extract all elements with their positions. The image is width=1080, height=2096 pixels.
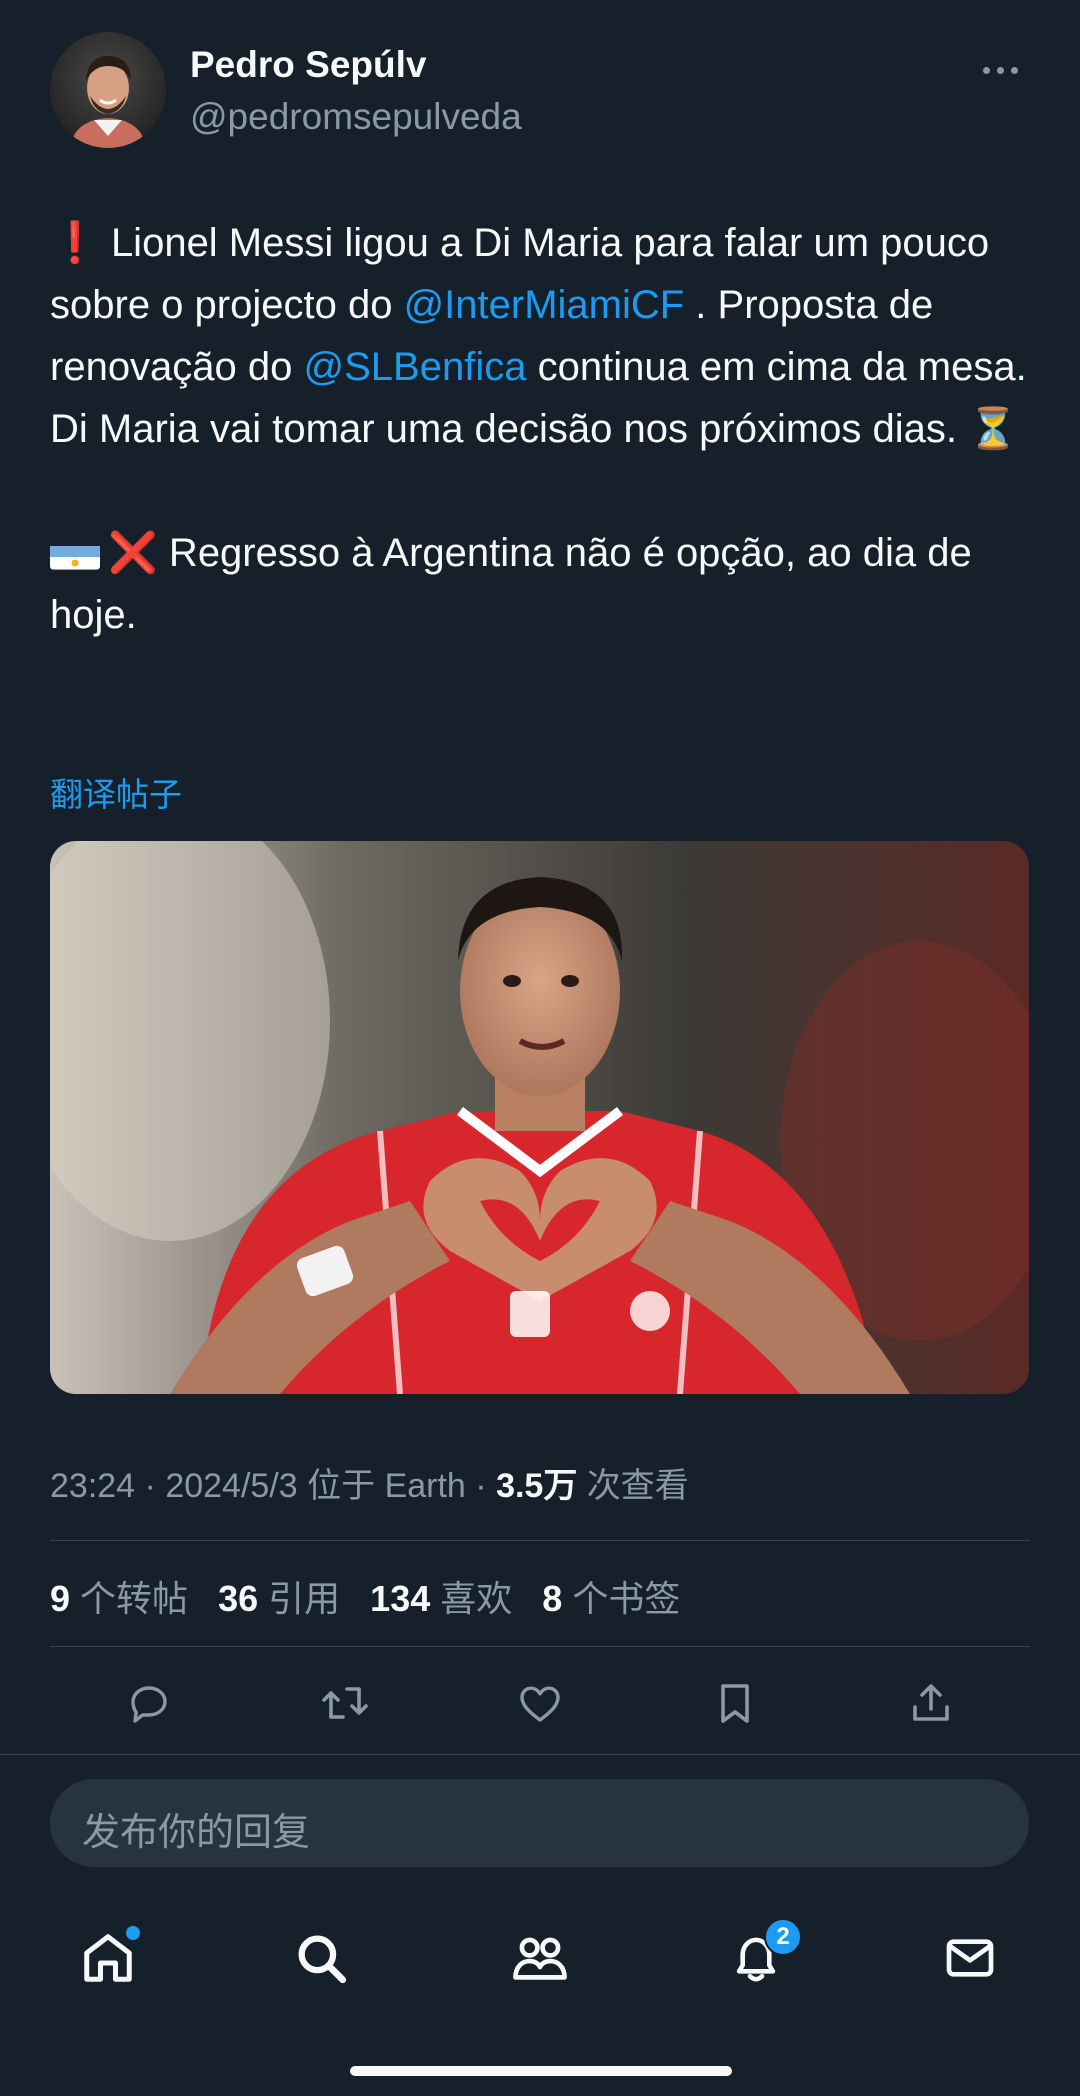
reply-placeholder: 发布你的回复: [82, 1812, 311, 1854]
more-options-button[interactable]: [970, 50, 1030, 90]
exclamation-icon: ❗: [50, 221, 100, 265]
quotes-count: 36: [218, 1578, 259, 1619]
more-dot-icon: [1010, 66, 1018, 74]
divider: [0, 1754, 1080, 1755]
reposts-label: 个转帖: [80, 1578, 189, 1619]
tweet-paragraph-2: ❌ Regresso à Argentina não é opção, ao d…: [50, 522, 1040, 646]
post-header: Pedro Sepúlv @pedromsepulveda: [50, 30, 1030, 160]
likes-label: 喜欢: [440, 1578, 513, 1619]
tab-search[interactable]: [281, 1918, 361, 1998]
tab-messages[interactable]: [930, 1918, 1010, 1998]
tweet-date: 2024/5/3: [165, 1467, 298, 1505]
author-name[interactable]: Pedro Sepúlv: [190, 44, 426, 86]
mention-link-intermiami[interactable]: @InterMiamiCF: [404, 283, 685, 327]
share-button[interactable]: [896, 1668, 966, 1738]
argentina-flag-icon: [50, 536, 100, 570]
tab-home[interactable]: [68, 1918, 148, 1998]
bookmarks-count: 8: [542, 1578, 563, 1619]
home-unread-dot: [124, 1924, 142, 1942]
tweet-time: 23:24: [50, 1467, 136, 1505]
views-count: 3.5万: [496, 1467, 578, 1505]
reposts-count: 9: [50, 1578, 71, 1619]
bookmark-button[interactable]: [700, 1668, 770, 1738]
notifications-badge: 2: [764, 1918, 802, 1956]
hourglass-icon: ⏳: [968, 407, 1018, 451]
more-dot-icon: [982, 66, 990, 74]
mail-icon: [946, 1939, 994, 1977]
tab-communities[interactable]: [500, 1918, 580, 1998]
divider: [50, 1646, 1030, 1647]
share-icon: [913, 1684, 949, 1721]
communities-icon: [513, 1937, 567, 1980]
author-handle[interactable]: @pedromsepulveda: [190, 96, 522, 138]
more-dot-icon: [996, 66, 1004, 74]
avatar-image: [50, 32, 166, 148]
avatar[interactable]: [50, 32, 166, 148]
repost-icon: [322, 1687, 368, 1719]
bookmarks-stat[interactable]: 8 个书签: [542, 1578, 680, 1619]
mention-link-benfica[interactable]: @SLBenfica: [304, 345, 527, 389]
tweet-actions: [50, 1668, 1030, 1738]
reposts-stat[interactable]: 9 个转帖: [50, 1578, 188, 1619]
translate-post-link[interactable]: 翻译帖子: [50, 768, 182, 816]
search-icon: [298, 1935, 347, 1984]
photo-di-maria-icon: [50, 841, 1029, 1394]
cross-icon: ❌: [108, 531, 158, 575]
quotes-stat[interactable]: 36 引用: [218, 1578, 340, 1619]
quotes-label: 引用: [268, 1578, 341, 1619]
likes-stat[interactable]: 134 喜欢: [370, 1578, 512, 1619]
repost-button[interactable]: [310, 1668, 380, 1738]
home-indicator[interactable]: [350, 2066, 732, 2076]
tweet-stats: 9 个转帖 36 引用 134 喜欢 8 个书签: [50, 1570, 700, 1622]
tweet-media-image[interactable]: [50, 841, 1029, 1394]
reply-button[interactable]: [114, 1668, 184, 1738]
reply-input[interactable]: 发布你的回复: [50, 1779, 1029, 1867]
views-label: 次查看: [586, 1467, 689, 1505]
likes-count: 134: [370, 1578, 431, 1619]
bookmarks-label: 个书签: [572, 1578, 681, 1619]
divider: [50, 1540, 1030, 1541]
tweet-text: ❗ Lionel Messi ligou a Di Maria para fal…: [50, 212, 1040, 646]
heart-icon: [520, 1686, 560, 1722]
like-button[interactable]: [505, 1668, 575, 1738]
tweet-meta: 23:24 · 2024/5/3 位于 Earth · 3.5万 次查看: [50, 1467, 689, 1505]
tweet-location: 位于 Earth: [307, 1467, 466, 1505]
bottom-tab-bar: 2: [0, 1890, 1080, 2020]
tweet-paragraph-1: ❗ Lionel Messi ligou a Di Maria para fal…: [50, 212, 1040, 460]
tweet-text-part: Regresso à Argentina não é opção, ao dia…: [50, 531, 972, 637]
reply-icon: [131, 1686, 167, 1723]
bookmark-icon: [721, 1684, 749, 1723]
tab-notifications[interactable]: 2: [716, 1918, 802, 1998]
